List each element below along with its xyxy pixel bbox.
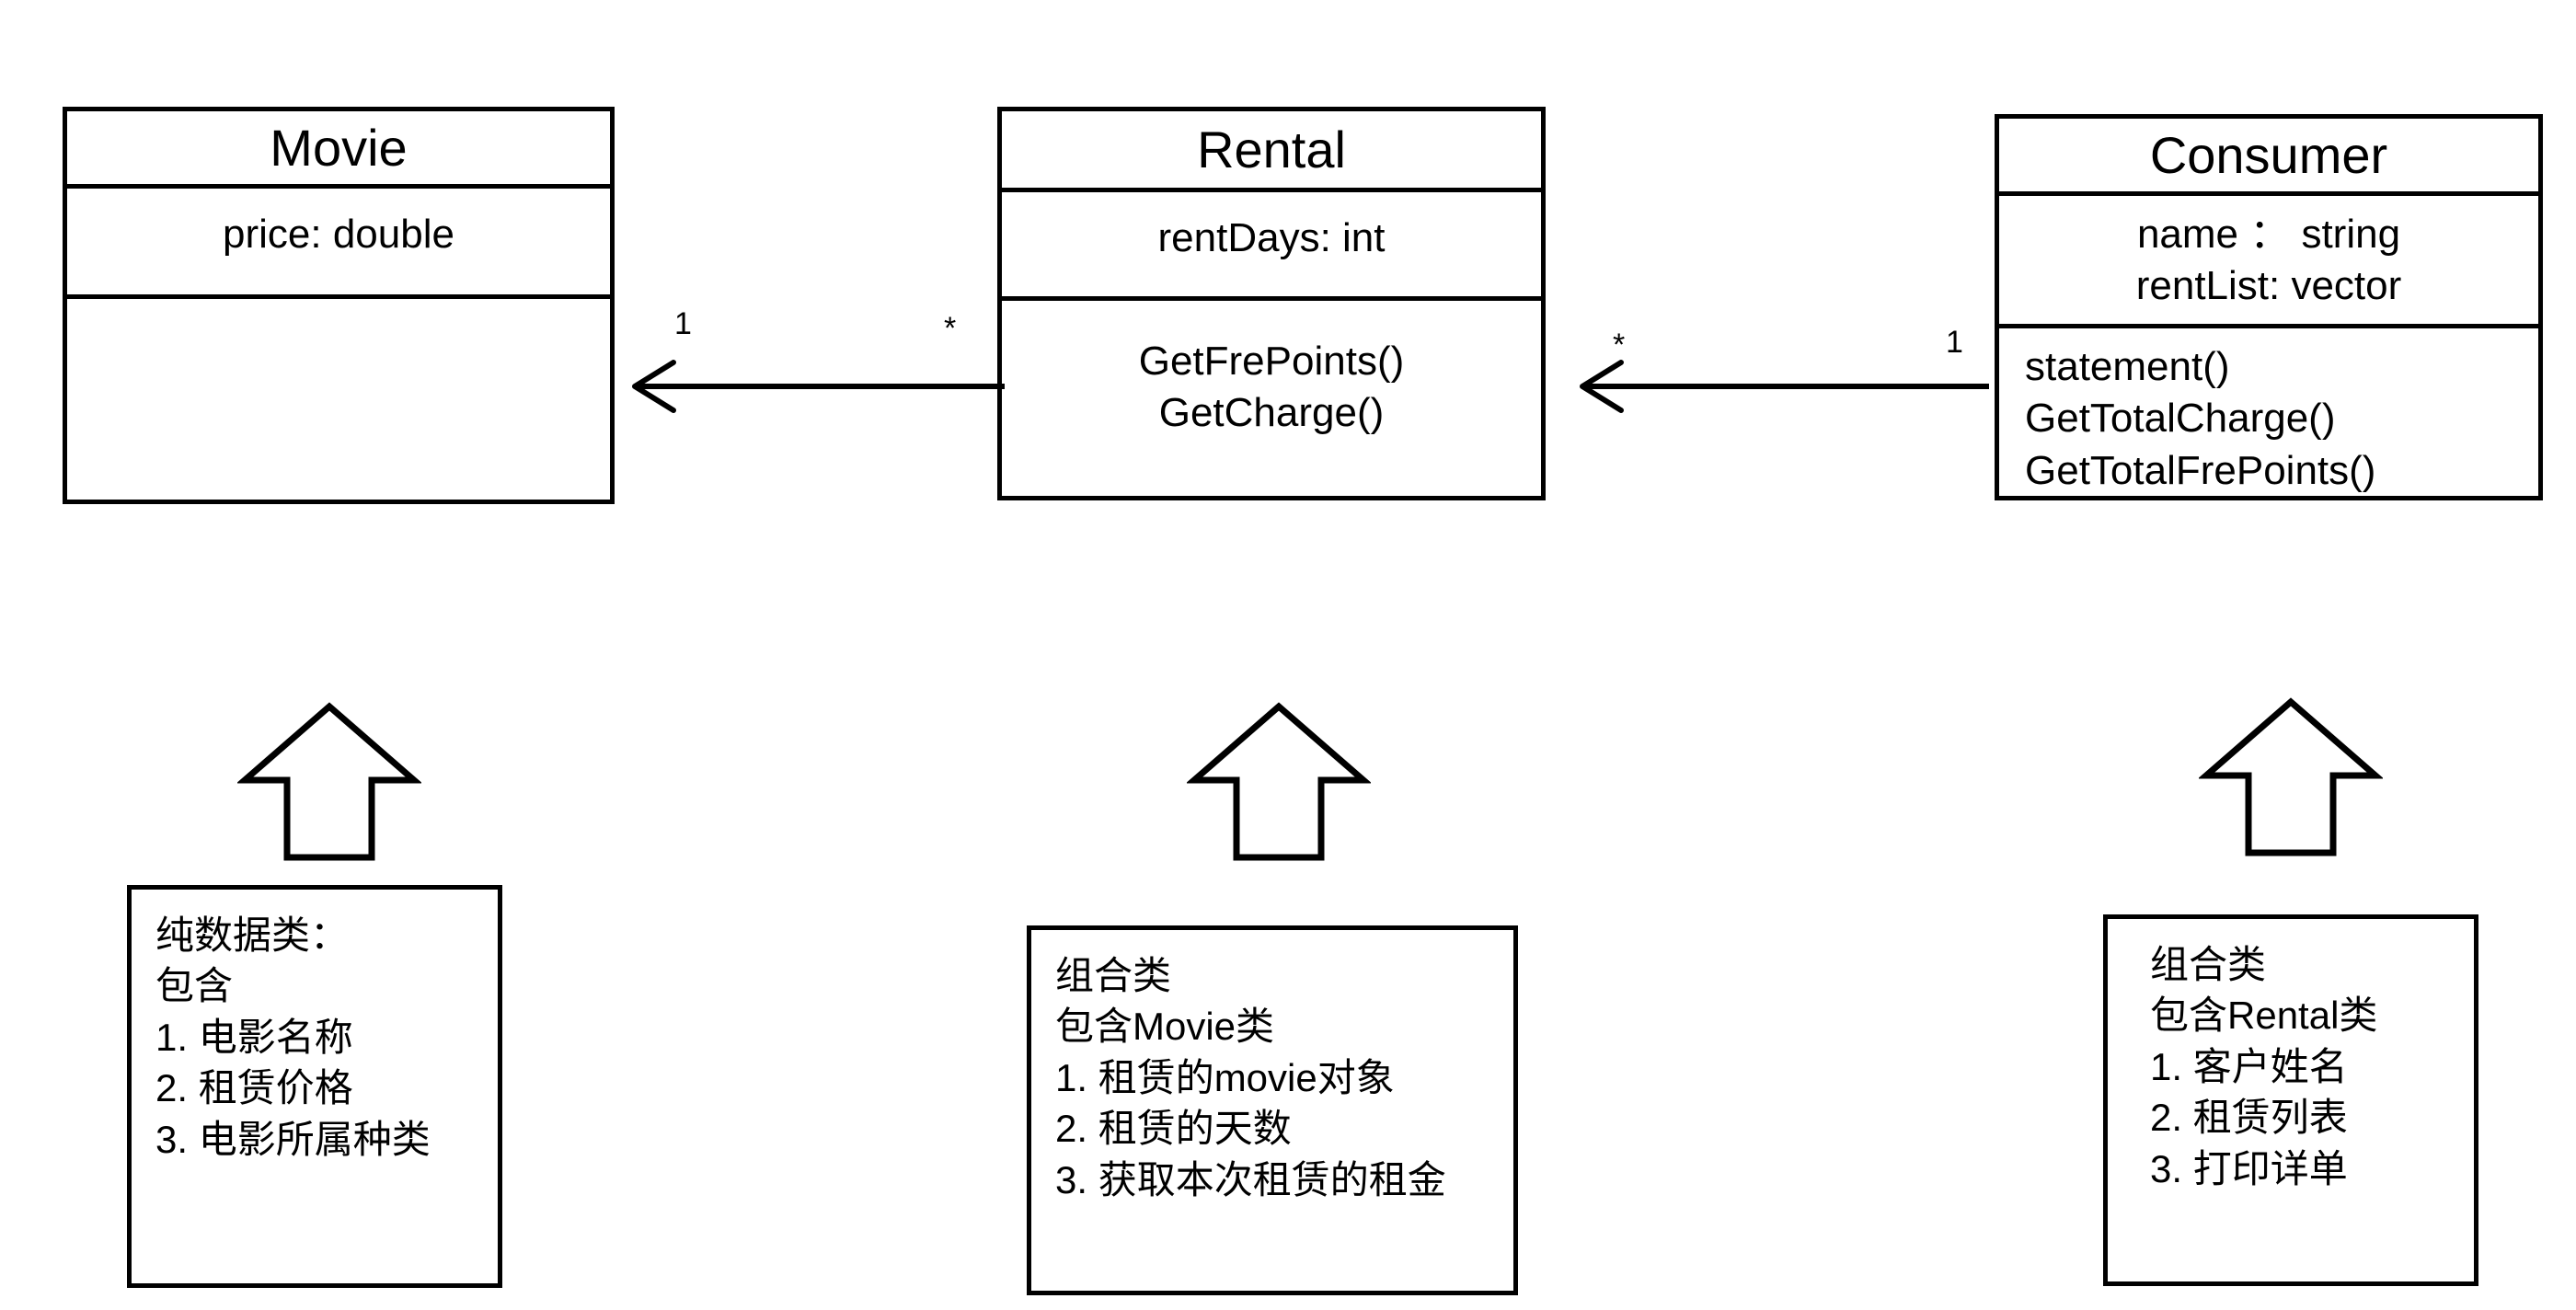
block-arrow-icon-rental-note (1187, 702, 1371, 861)
multiplicity-consumer-side: 1 (1946, 325, 1963, 360)
note-line: 1. 租赁的movie对象 (1055, 1055, 1395, 1099)
class-method: statement() (2025, 344, 2230, 389)
multiplicity-rental-side: * (944, 311, 957, 346)
note-line: 1. 电影名称 (155, 1015, 353, 1059)
class-title-section-rental: Rental (1002, 111, 1541, 192)
note-line: 3. 获取本次租赁的租金 (1055, 1157, 1446, 1201)
note-line: 1. 客户姓名 (2150, 1044, 2348, 1088)
note-line: 2. 租赁的天数 (1055, 1107, 1292, 1151)
class-attribute: price: double (223, 212, 454, 257)
class-box-rental[interactable]: Rental rentDays: int GetFrePoints() GetC… (997, 107, 1546, 500)
multiplicity-rental-side: * (1613, 328, 1626, 362)
class-method: GetCharge() (1158, 390, 1385, 436)
class-attributes-section-rental: rentDays: int (1002, 192, 1541, 301)
association-rental-to-movie (632, 360, 1005, 413)
class-methods-section-consumer: statement() GetTotalCharge() GetTotalFre… (1999, 328, 2538, 496)
block-arrow-icon-consumer-note (2199, 697, 2383, 856)
note-line: 2. 租赁列表 (2150, 1096, 2348, 1140)
note-line: 组合类 (1055, 954, 1172, 997)
class-name-consumer: Consumer (2149, 125, 2388, 184)
class-method: GetTotalFrePoints() (2025, 447, 2376, 493)
class-name-movie: Movie (270, 118, 408, 177)
class-title-section-movie: Movie (67, 111, 610, 189)
note-box-movie[interactable]: 纯数据类： 包含 1. 电影名称 2. 租赁价格 3. 电影所属种类 (127, 885, 502, 1288)
note-line: 3. 电影所属种类 (155, 1117, 431, 1161)
note-line: 组合类 (2150, 943, 2267, 986)
class-name-rental: Rental (1197, 120, 1346, 178)
note-line: 包含Rental类 (2150, 994, 2378, 1038)
note-line: 2. 租赁价格 (155, 1066, 353, 1110)
block-arrow-icon-movie-note (237, 702, 421, 861)
note-box-consumer[interactable]: 组合类 包含Rental类 1. 客户姓名 2. 租赁列表 3. 打印详单 (2103, 914, 2478, 1286)
note-line: 纯数据类： (155, 914, 350, 957)
class-methods-section-rental: GetFrePoints() GetCharge() (1002, 301, 1541, 496)
class-attribute: rentDays: int (1157, 215, 1386, 260)
class-attribute: name ： string (2136, 212, 2401, 257)
multiplicity-movie-side: 1 (674, 306, 692, 341)
uml-diagram-canvas: Movie price: double Rental rentDays: int… (0, 0, 2576, 1310)
class-method: GetFrePoints() (1138, 339, 1405, 384)
class-methods-section-movie (67, 299, 610, 500)
class-box-movie[interactable]: Movie price: double (63, 107, 615, 504)
class-attribute: rentList: vector (2135, 263, 2402, 309)
class-method: GetTotalCharge() (2025, 396, 2336, 442)
note-box-rental[interactable]: 组合类 包含Movie类 1. 租赁的movie对象 2. 租赁的天数 3. 获… (1027, 925, 1518, 1295)
class-box-consumer[interactable]: Consumer name ： string rentList: vector … (1995, 114, 2543, 500)
note-line: 3. 打印详单 (2150, 1146, 2348, 1190)
note-line: 包含Movie类 (1055, 1005, 1275, 1049)
class-attributes-section-consumer: name ： string rentList: vector (1999, 196, 2538, 328)
class-attributes-section-movie: price: double (67, 189, 610, 299)
class-title-section-consumer: Consumer (1999, 119, 2538, 196)
note-line: 包含 (155, 964, 234, 1008)
